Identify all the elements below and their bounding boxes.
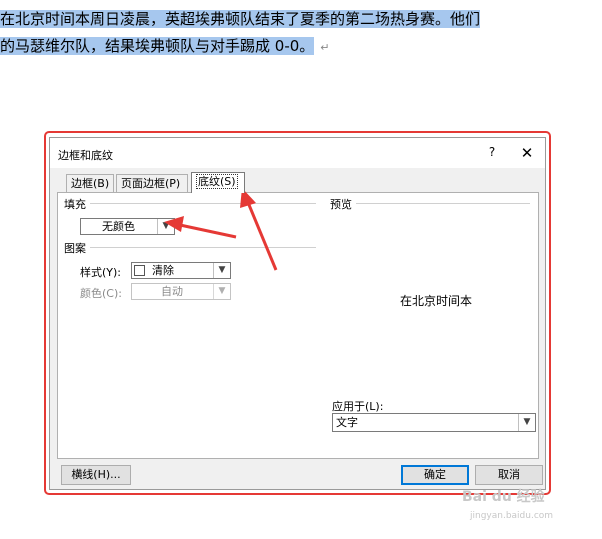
pattern-style-dropdown[interactable]: 清除 ▼ bbox=[131, 262, 231, 279]
selected-text-1: 在北京时间本周日凌晨，英超埃弗顿队结束了夏季的第二场热身赛。他们 bbox=[0, 10, 481, 28]
chevron-down-icon[interactable]: ▼ bbox=[213, 263, 230, 278]
pattern-style-label: 样式(Y): bbox=[80, 266, 122, 279]
fill-color-dropdown[interactable]: 无颜色 ▼ bbox=[80, 218, 175, 235]
pattern-group-label: 图案 bbox=[64, 240, 90, 256]
tab-borders-label: 边框(B) bbox=[71, 177, 110, 190]
tab-borders[interactable]: 边框(B) bbox=[66, 174, 114, 192]
help-icon[interactable]: ? bbox=[484, 145, 500, 161]
document-line-1: 在北京时间本周日凌晨，英超埃弗顿队结束了夏季的第二场热身赛。他们 bbox=[0, 6, 481, 32]
watermark-url: jingyan.baidu.com bbox=[470, 511, 554, 521]
fill-color-value: 无颜色 bbox=[102, 220, 135, 233]
shading-tab-panel: 填充 无颜色 ▼ 图案 样式(Y): 清除 ▼ 颜色(C): 自动 ▼ 预览 在… bbox=[57, 192, 539, 459]
ok-button[interactable]: 确定 bbox=[401, 465, 469, 485]
cancel-button[interactable]: 取消 bbox=[475, 465, 543, 485]
document-line-2: 的马瑟维尔队，结果埃弗顿队与对手踢成 0-0。 ↵ bbox=[0, 33, 330, 59]
watermark-logo: Bai du 经验 bbox=[462, 489, 545, 505]
tab-shading[interactable]: 底纹(S) bbox=[191, 172, 245, 193]
pattern-swatch bbox=[134, 265, 145, 276]
pattern-style-value: 清除 bbox=[152, 264, 174, 277]
chevron-down-icon[interactable]: ▼ bbox=[213, 284, 230, 299]
pattern-color-dropdown[interactable]: 自动 ▼ bbox=[131, 283, 231, 300]
preview-group-label: 预览 bbox=[330, 196, 356, 212]
chevron-down-icon[interactable]: ▼ bbox=[157, 219, 174, 234]
tab-shading-label: 底纹(S) bbox=[196, 174, 238, 189]
preview-sample-text: 在北京时间本 bbox=[400, 294, 473, 308]
fill-group-label: 填充 bbox=[64, 196, 90, 212]
paragraph-mark-icon: ↵ bbox=[320, 41, 330, 54]
pattern-color-value: 自动 bbox=[161, 285, 183, 298]
apply-to-value: 文字 bbox=[336, 416, 358, 429]
pattern-color-label: 颜色(C): bbox=[80, 287, 122, 300]
horizontal-line-button[interactable]: 横线(H)... bbox=[61, 465, 131, 485]
selected-text-2: 的马瑟维尔队，结果埃弗顿队与对手踢成 0-0。 bbox=[0, 37, 315, 55]
close-icon[interactable]: ✕ bbox=[516, 143, 538, 163]
dialog-title: 边框和底纹 bbox=[58, 149, 113, 162]
fill-group-divider bbox=[66, 203, 316, 204]
borders-shading-dialog: 边框和底纹 ? ✕ 边框(B) 页面边框(P) 底纹(S) 填充 无颜色 ▼ 图… bbox=[49, 137, 546, 490]
preview-group-divider bbox=[330, 203, 530, 204]
chevron-down-icon[interactable]: ▼ bbox=[518, 414, 535, 431]
dialog-titlebar[interactable]: 边框和底纹 ? ✕ bbox=[50, 138, 545, 168]
apply-to-dropdown[interactable]: 文字 ▼ bbox=[332, 413, 536, 432]
apply-to-label: 应用于(L): bbox=[332, 400, 384, 413]
tab-page-borders-label: 页面边框(P) bbox=[121, 177, 181, 190]
pattern-group-divider bbox=[66, 247, 316, 248]
tab-page-borders[interactable]: 页面边框(P) bbox=[116, 174, 188, 192]
